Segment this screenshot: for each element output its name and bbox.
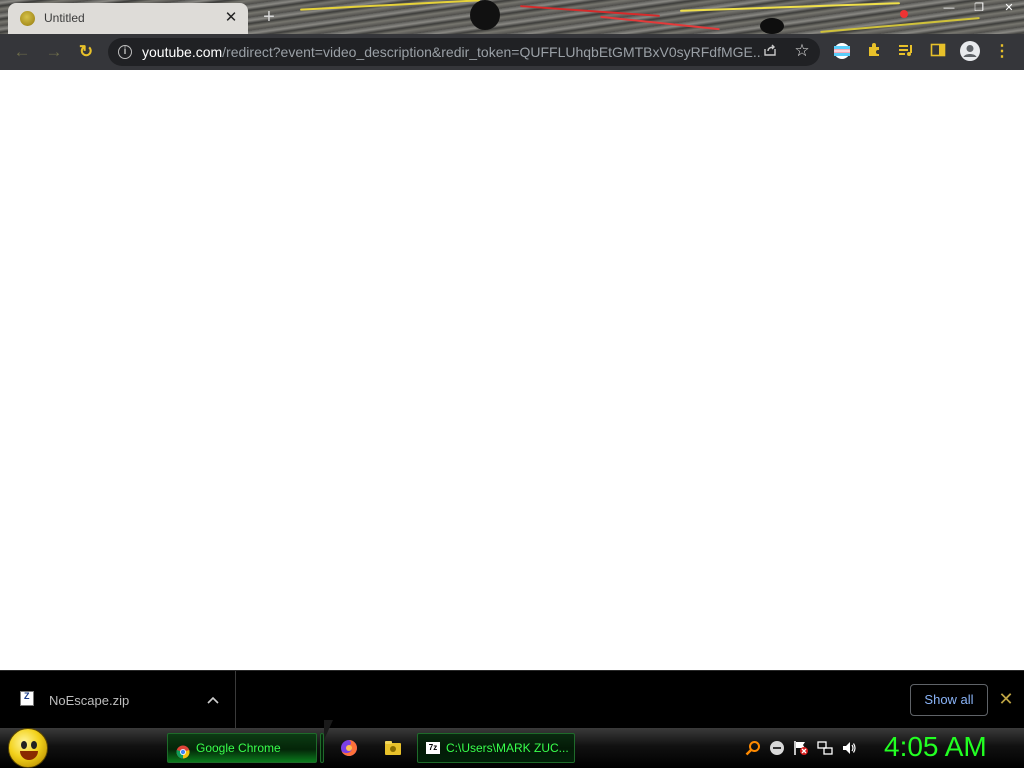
browser-toolbar: ← → ↻ i youtube.com/redirect?event=video… [0,34,1024,70]
wallpaper-blot [900,10,908,18]
reload-button[interactable]: ↻ [72,38,100,66]
address-bar[interactable]: i youtube.com/redirect?event=video_descr… [108,38,820,66]
volume-icon[interactable] [841,740,857,756]
smiley-eye [31,741,37,749]
side-panel-icon[interactable] [928,42,948,62]
firefox-icon[interactable] [339,738,359,758]
browser-titlebar: Untitled ✕ + — ❐ ✕ [0,0,1024,34]
smiley-mouth [20,751,38,760]
window-controls: — ❐ ✕ [934,0,1024,16]
start-button-smiley-icon[interactable] [8,728,48,768]
tab-title: Untitled [44,11,85,25]
wallpaper-streak [600,15,720,31]
action-center-flag-icon[interactable] [793,740,809,756]
network-icon[interactable] [817,740,833,756]
profile-avatar-icon[interactable] [958,40,982,64]
download-file-name[interactable]: NoEscape.zip [49,693,129,708]
wallpaper-blot [760,18,784,34]
download-item[interactable]: NoEscape.zip [0,671,236,729]
search-icon[interactable] [745,740,761,756]
chrome-icon [176,741,190,759]
maximize-button[interactable]: ❐ [964,0,994,16]
media-queue-icon[interactable] [896,42,916,62]
forward-button[interactable]: → [40,38,68,66]
close-window-button[interactable]: ✕ [994,0,1024,16]
wallpaper-streak [680,2,900,12]
chevron-up-icon[interactable] [204,691,222,709]
taskbar-button-7zip[interactable]: 7z C:\Users\MARK ZUC... [417,733,575,763]
tab-favicon-icon [20,11,35,26]
share-icon[interactable] [760,42,780,62]
tab-close-icon[interactable]: ✕ [222,9,240,27]
wallpaper-streak [300,0,480,11]
smiley-eye [21,741,27,749]
browser-menu-icon[interactable]: ⋮ [992,42,1012,62]
wallpaper-streak [520,5,660,17]
download-shelf: NoEscape.zip Show all ✕ [0,670,1024,729]
tray-smiley-icon[interactable] [769,740,785,756]
url-host: youtube.com [142,44,223,60]
page-content[interactable] [0,70,1024,670]
zip-file-icon [20,691,34,706]
mouse-cursor [324,720,333,740]
taskbar-button-label: Google Chrome [196,741,281,755]
address-url[interactable]: youtube.com/redirect?event=video_descrip… [142,44,762,60]
show-all-button[interactable]: Show all [910,684,988,716]
taskbar-button-label: C:\Users\MARK ZUC... [446,741,569,755]
extension-flag-icon[interactable] [832,42,852,62]
new-tab-button[interactable]: + [258,6,280,28]
minimize-button[interactable]: — [934,0,964,16]
browser-tab[interactable]: Untitled ✕ [8,3,248,34]
taskbar: Google Chrome 7z C:\Users\MARK ZUC... 4: [0,728,1024,768]
wallpaper-blot [470,0,500,30]
url-path: /redirect?event=video_description&redir_… [222,44,762,60]
back-button[interactable]: ← [8,38,36,66]
extensions-puzzle-icon[interactable] [864,42,884,62]
taskbar-clock[interactable]: 4:05 AM [884,731,987,763]
explorer-folder-icon[interactable] [383,738,403,758]
wallpaper-streak [820,17,980,33]
7zip-icon: 7z [426,742,440,754]
close-download-shelf-icon[interactable]: ✕ [996,689,1016,709]
bookmark-star-icon[interactable]: ☆ [792,41,812,61]
taskbar-button-chrome[interactable]: Google Chrome [167,733,317,763]
site-info-icon[interactable]: i [118,45,132,59]
screen: Untitled ✕ + — ❐ ✕ ← → ↻ i youtube.com/r… [0,0,1024,768]
